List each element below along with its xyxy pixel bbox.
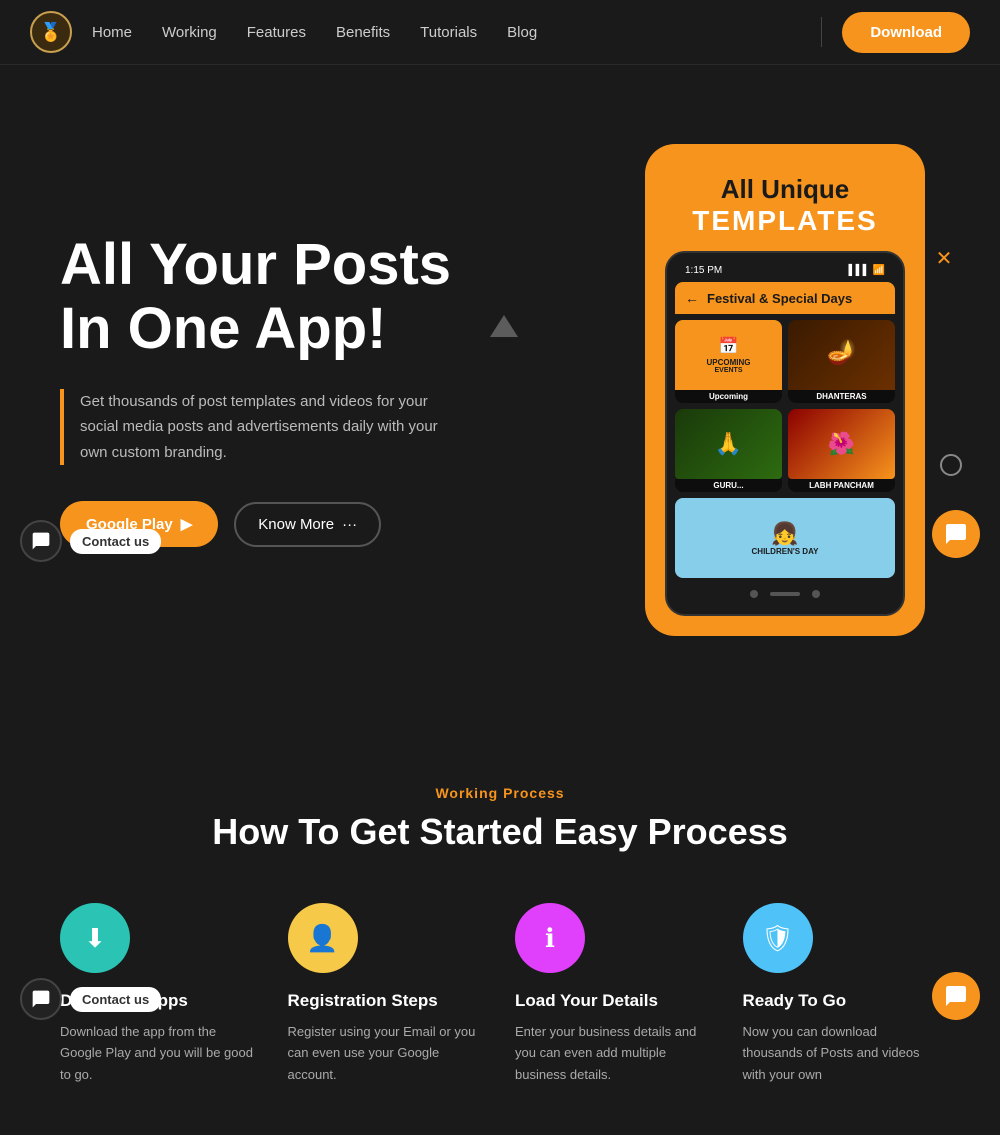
card-guru-label: GURU... bbox=[675, 479, 782, 492]
card-upcoming: 📅 UPCOMING EVENTS bbox=[675, 320, 782, 390]
navbar: 🏅 Home Working Features Benefits Tutoria… bbox=[0, 0, 1000, 65]
phone-wrapper: All Unique TEMPLATES 1:15 PM ▌▌▌ 📶 ← Fes… bbox=[645, 144, 925, 636]
step-registration-title: Registration Steps bbox=[288, 991, 486, 1011]
step-registration-desc: Register using your Email or you can eve… bbox=[288, 1021, 486, 1085]
nav-tutorials[interactable]: Tutorials bbox=[420, 24, 477, 41]
phone-card-dhanteras: 🪔 DHANTERAS bbox=[788, 320, 895, 403]
step-ready: 🛡 Ready To Go Now you can download thous… bbox=[743, 903, 941, 1085]
phone-heading-2: TEMPLATES bbox=[665, 205, 905, 237]
circle-decoration bbox=[940, 454, 962, 476]
phone-template-grid: 📅 UPCOMING EVENTS Upcoming 🪔 DHANTERAS bbox=[675, 320, 895, 492]
chat-icon-button-bottom[interactable] bbox=[20, 978, 62, 1020]
nav-blog[interactable]: Blog bbox=[507, 24, 537, 41]
hero-desc-text: Get thousands of post templates and vide… bbox=[80, 393, 438, 461]
nav-benefits[interactable]: Benefits bbox=[336, 24, 390, 41]
step-ready-desc: Now you can download thousands of Posts … bbox=[743, 1021, 941, 1085]
step-ready-icon: 🛡 bbox=[743, 903, 813, 973]
dots-icon: ··· bbox=[342, 516, 357, 533]
navbar-links: Home Working Features Benefits Tutorials… bbox=[92, 24, 801, 41]
phone-bottom-cards: 👧 CHILDREN'S DAY bbox=[675, 498, 895, 578]
contact-us-label-hero[interactable]: Contact us bbox=[70, 529, 161, 554]
step-load-details: ℹ Load Your Details Enter your business … bbox=[515, 903, 713, 1085]
back-arrow-icon: ← bbox=[685, 290, 699, 306]
close-icon[interactable]: ✕ bbox=[930, 244, 958, 272]
step-download-icon: ⬇ bbox=[60, 903, 130, 973]
know-more-button[interactable]: Know More ··· bbox=[234, 502, 381, 547]
shield-icon: 🛡 bbox=[761, 923, 794, 954]
steps-grid: ⬇ Download Apps Download the app from th… bbox=[60, 903, 940, 1085]
hero-description: Get thousands of post templates and vide… bbox=[60, 389, 440, 466]
section-title: How To Get Started Easy Process bbox=[60, 811, 940, 853]
card-upcoming-label: Upcoming bbox=[675, 390, 782, 403]
chat-icon-button[interactable] bbox=[20, 520, 62, 562]
chat-widget-left-hero: Contact us bbox=[20, 520, 161, 562]
phone-status-bar: 1:15 PM ▌▌▌ 📶 bbox=[675, 263, 895, 282]
download-button[interactable]: Download bbox=[842, 12, 970, 53]
contact-us-label-bottom[interactable]: Contact us bbox=[70, 987, 161, 1012]
step-load-desc: Enter your business details and you can … bbox=[515, 1021, 713, 1085]
step-ready-title: Ready To Go bbox=[743, 991, 941, 1011]
nav-features[interactable]: Features bbox=[247, 24, 306, 41]
play-icon: ▶ bbox=[181, 515, 193, 533]
section-tag: Working Process bbox=[60, 785, 940, 801]
step-load-title: Load Your Details bbox=[515, 991, 713, 1011]
chat-widget-bottom-left: Contact us bbox=[20, 978, 161, 1020]
navbar-divider bbox=[821, 17, 822, 47]
chat-widget-bottom-right[interactable] bbox=[932, 972, 980, 1020]
phone-app-header: ← Festival & Special Days bbox=[675, 282, 895, 314]
step-download-desc: Download the app from the Google Play an… bbox=[60, 1021, 258, 1085]
phone-device: 1:15 PM ▌▌▌ 📶 ← Festival & Special Days … bbox=[665, 251, 905, 616]
nav-working[interactable]: Working bbox=[162, 24, 217, 41]
phone-card-upcoming: 📅 UPCOMING EVENTS Upcoming bbox=[675, 320, 782, 403]
step-registration-icon: 👤 bbox=[288, 903, 358, 973]
recent-btn bbox=[812, 590, 820, 598]
logo-icon: 🏅 bbox=[40, 22, 62, 43]
nav-home[interactable]: Home bbox=[92, 24, 132, 41]
chat-widget-right-hero[interactable] bbox=[932, 510, 980, 558]
hero-title-line1: All Your Posts bbox=[60, 232, 451, 297]
hero-phone-mockup: All Unique TEMPLATES 1:15 PM ▌▌▌ 📶 ← Fes… bbox=[630, 144, 940, 636]
navbar-logo: 🏅 bbox=[30, 11, 72, 53]
hero-section: All Your Posts In One App! Get thousands… bbox=[0, 65, 1000, 725]
info-icon: ℹ bbox=[545, 923, 555, 954]
time-display: 1:15 PM bbox=[685, 265, 722, 276]
phone-heading-1: All Unique bbox=[665, 174, 905, 205]
phone-card-labh: 🌺 LABH PANCHAM bbox=[788, 409, 895, 492]
phone-header-text: All Unique TEMPLATES bbox=[665, 174, 905, 237]
hero-left: All Your Posts In One App! Get thousands… bbox=[60, 233, 630, 547]
download-icon: ⬇ bbox=[84, 923, 106, 954]
hero-title: All Your Posts In One App! bbox=[60, 233, 590, 361]
user-icon: 👤 bbox=[306, 923, 338, 954]
step-load-icon: ℹ bbox=[515, 903, 585, 973]
card-labh-label: LABH PANCHAM bbox=[788, 479, 895, 492]
app-header-title: Festival & Special Days bbox=[707, 291, 852, 306]
working-section: Working Process How To Get Started Easy … bbox=[0, 725, 1000, 1135]
triangle-decoration bbox=[490, 315, 518, 337]
back-btn bbox=[770, 592, 800, 596]
card-dhanteras-label: DHANTERAS bbox=[788, 390, 895, 403]
signal-display: ▌▌▌ 📶 bbox=[849, 265, 885, 276]
home-btn bbox=[750, 590, 758, 598]
children-day-label: CHILDREN'S DAY bbox=[752, 547, 819, 556]
know-more-label: Know More bbox=[258, 516, 334, 533]
step-registration: 👤 Registration Steps Register using your… bbox=[288, 903, 486, 1085]
phone-bottom-bar bbox=[675, 584, 895, 604]
hero-title-line2: In One App! bbox=[60, 296, 386, 361]
phone-card-guru: 🙏 GURU... bbox=[675, 409, 782, 492]
